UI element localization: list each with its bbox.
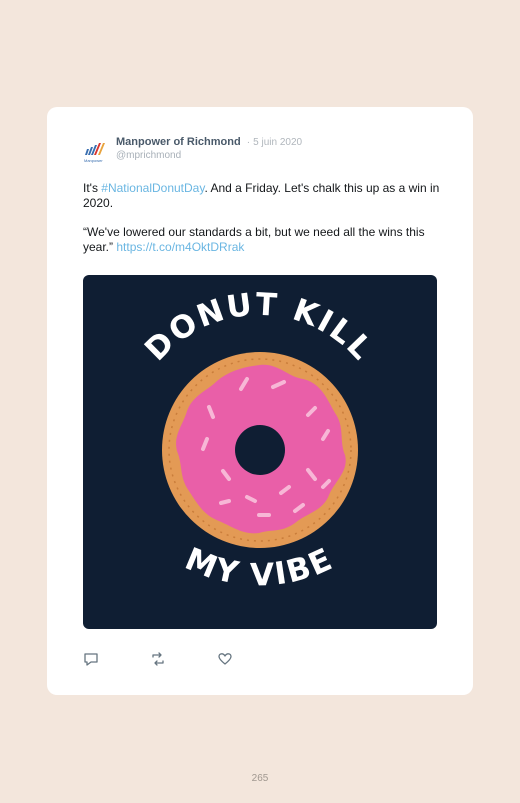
tweet-paragraph-1: It's #NationalDonutDay. And a Friday. Le… bbox=[83, 181, 443, 210]
donut-hole bbox=[235, 425, 285, 475]
reply-icon-svg bbox=[84, 653, 98, 666]
author-handle[interactable]: @mprichmond bbox=[116, 150, 181, 161]
tweet-text: It's #NationalDonutDay. And a Friday. Le… bbox=[83, 181, 443, 254]
hashtag-link[interactable]: #NationalDonutDay bbox=[101, 181, 204, 195]
bottom-caption-path: MY VIBE bbox=[180, 541, 337, 594]
author-row: Manpower of Richmond · 5 juin 2020 bbox=[116, 136, 302, 148]
author-name[interactable]: Manpower of Richmond bbox=[116, 136, 241, 148]
avatar[interactable]: Manpower bbox=[83, 137, 111, 163]
tweet-image[interactable]: DONUT KILL MY VIBE bbox=[83, 275, 437, 629]
bottom-caption: MY VIBE bbox=[180, 541, 339, 594]
retweet-icon[interactable] bbox=[150, 651, 166, 667]
logo-caption: Manpower bbox=[84, 158, 103, 163]
tweet-header: Manpower Manpower of Richmond · 5 juin 2… bbox=[83, 135, 443, 169]
reply-icon[interactable] bbox=[83, 651, 99, 667]
tweet-actions bbox=[83, 651, 283, 667]
tweet-url-link[interactable]: https://t.co/m4OktDRrak bbox=[116, 240, 244, 254]
heart-icon[interactable] bbox=[217, 651, 233, 667]
separator: · bbox=[246, 137, 251, 148]
retweet-icon-svg bbox=[152, 652, 164, 666]
tweet-date[interactable]: 5 juin 2020 bbox=[253, 137, 302, 148]
page-number: 265 bbox=[251, 773, 269, 784]
donut-illustration: DONUT KILL MY VIBE bbox=[138, 287, 378, 594]
tweet-card: Manpower Manpower of Richmond · 5 juin 2… bbox=[47, 107, 473, 695]
tweet-paragraph-2: “We've lowered our standards a bit, but … bbox=[83, 225, 443, 254]
manpower-logo-icon: Manpower bbox=[84, 143, 105, 163]
text-prefix: It's bbox=[83, 181, 102, 195]
heart-icon-svg bbox=[218, 653, 232, 665]
